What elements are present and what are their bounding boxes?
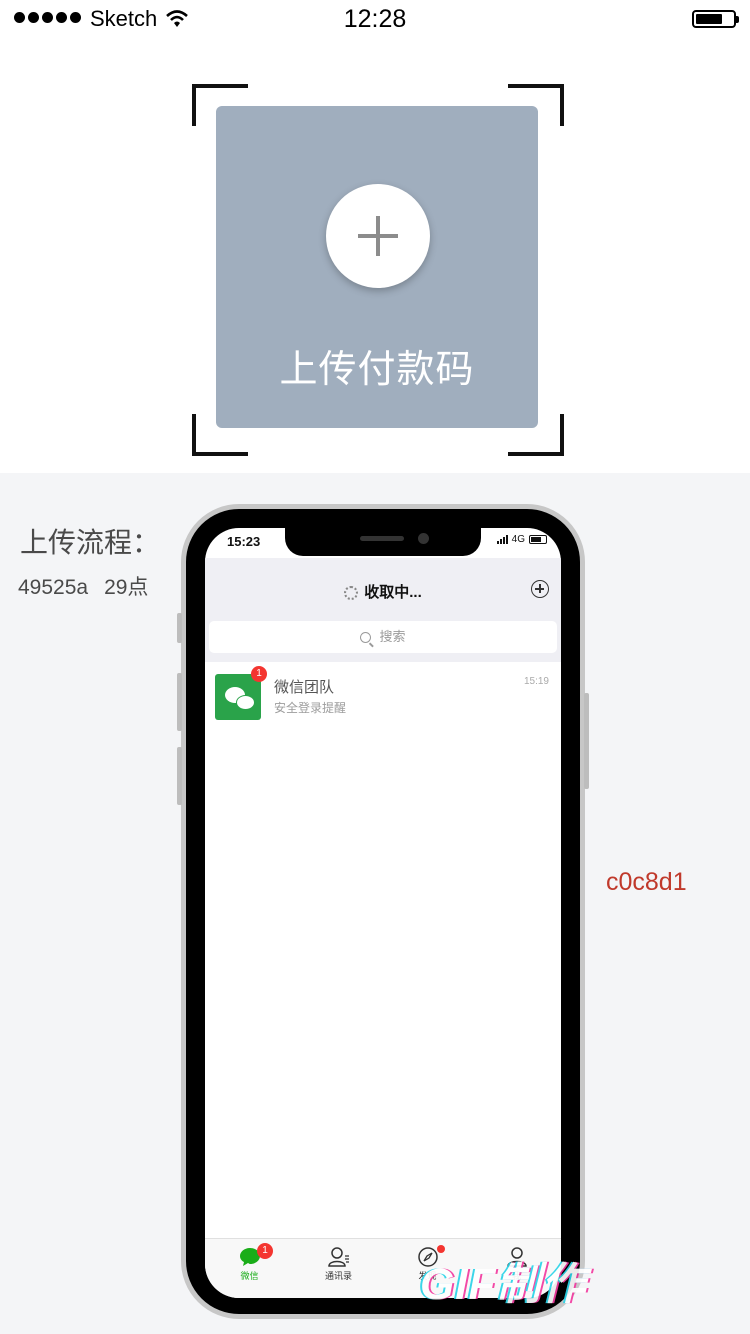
wechat-header: 收取中... 搜索 [205,558,561,662]
upload-section: 上传付款码 [0,40,750,473]
phone-volume-up-button [177,673,182,731]
cell-signal-icon [496,535,508,544]
battery-icon [692,10,739,28]
search-placeholder: 搜索 [379,629,406,644]
camera-icon [418,533,429,544]
flow-meta: 49525a 29点 [18,571,164,601]
tab-chats-badge: 1 [257,1243,273,1259]
search-icon [360,632,372,643]
flow-meta-color: 49525a [18,576,89,599]
gif-watermark: GIF制作 [420,1260,587,1309]
tab-contacts[interactable]: 通讯录 [294,1239,383,1298]
search-bar[interactable]: 搜索 [209,621,557,653]
chat-subtitle: 安全登录提醒 [274,701,347,715]
upload-payment-code-button[interactable]: 上传付款码 [216,106,538,428]
tab-chats-label: 微信 [240,1271,259,1281]
tab-chats[interactable]: 1 微信 [205,1239,294,1298]
phone-mute-button [177,613,182,643]
flow-meta-size: 29点 [104,576,149,599]
flow-title: 上传流程： [20,527,161,558]
unread-badge: 1 [251,666,267,682]
network-label: 4G [511,534,525,545]
wechat-title-text: 收取中... [364,584,422,601]
phone-notch [285,528,481,556]
tab-contacts-label: 通讯录 [324,1271,352,1281]
phone-status-time: 15:23 [227,534,261,549]
plus-icon[interactable] [326,184,430,288]
status-bar: Sketch 12:28 [0,0,750,40]
status-time: 12:28 [343,5,407,33]
phone-mockup: 15:23 4G 收取中... 搜索 1 微信团队 安全登录提醒 15:19 1… [177,504,589,1319]
speaker-grille [360,536,404,541]
phone-screen: 15:23 4G 收取中... 搜索 1 微信团队 安全登录提醒 15:19 1… [205,528,561,1298]
add-circle-icon[interactable] [531,580,549,598]
contacts-icon [327,1247,350,1267]
chat-name: 微信团队 [274,679,335,696]
phone-status-right: 4G [496,534,547,545]
wechat-title: 收取中... [205,581,561,602]
flow-section: 上传流程： 49525a 29点 c0c8d1 15:23 4G 收取中... 搜… [0,473,750,1334]
chat-list-item[interactable]: 1 微信团队 安全登录提醒 15:19 [205,664,561,728]
loading-spinner-icon [344,586,359,600]
phone-power-button [584,693,589,789]
phone-battery-icon [529,535,547,544]
color-note: c0c8d1 [606,868,687,896]
chat-time: 15:19 [523,676,549,687]
phone-volume-down-button [177,747,182,805]
upload-label: 上传付款码 [279,349,475,391]
